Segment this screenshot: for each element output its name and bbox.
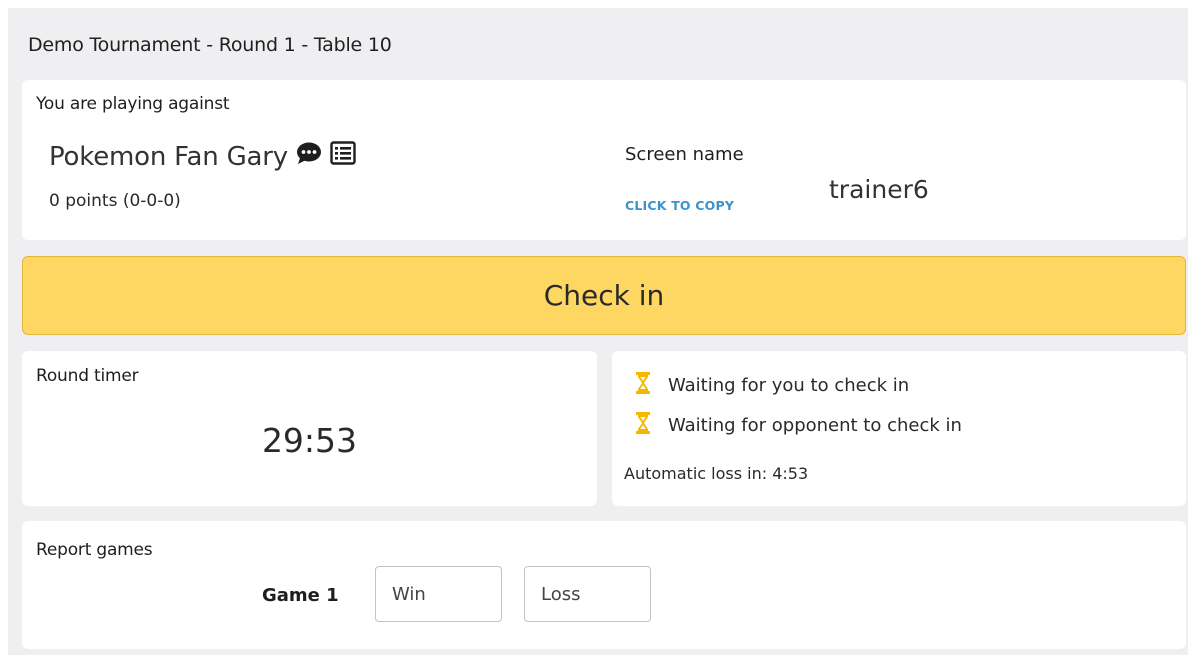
hourglass-icon [636,412,650,439]
automatic-loss-timer: Automatic loss in: 4:53 [624,464,809,483]
game-1-label: Game 1 [262,585,339,606]
hourglass-icon [636,372,650,399]
game-1-loss-input[interactable] [524,566,651,622]
round-timer-value: 29:53 [261,421,358,460]
chat-bubble-icon[interactable] [296,141,322,172]
status-item-you: Waiting for you to check in [636,372,909,399]
round-timer-label: Round timer [36,366,139,386]
screen-name-value[interactable]: trainer6 [829,175,929,204]
status-item-opponent: Waiting for opponent to check in [636,412,962,439]
status-text-you: Waiting for you to check in [668,375,910,396]
opponent-name: Pokemon Fan Gary [49,141,288,172]
check-in-button[interactable]: Check in [22,256,1186,335]
page-title: Demo Tournament - Round 1 - Table 10 [28,34,392,56]
game-1-win-input[interactable] [375,566,502,622]
opponent-card: You are playing against Pokemon Fan Gary [22,80,1186,240]
round-timer-card: Round timer 29:53 [22,351,597,506]
list-icon[interactable] [330,141,356,172]
report-games-label: Report games [36,540,153,560]
copy-screen-name-link[interactable]: CLICK TO COPY [625,198,734,213]
screen-name-label: Screen name [625,144,744,165]
opponent-section-label: You are playing against [36,94,230,114]
status-text-opponent: Waiting for opponent to check in [668,415,962,436]
check-in-status-card: Waiting for you to check in Waiting for … [612,351,1186,506]
opponent-name-row: Pokemon Fan Gary [49,141,356,172]
opponent-points: 0 points (0-0-0) [49,191,181,211]
report-games-card: Report games Game 1 [22,521,1186,649]
